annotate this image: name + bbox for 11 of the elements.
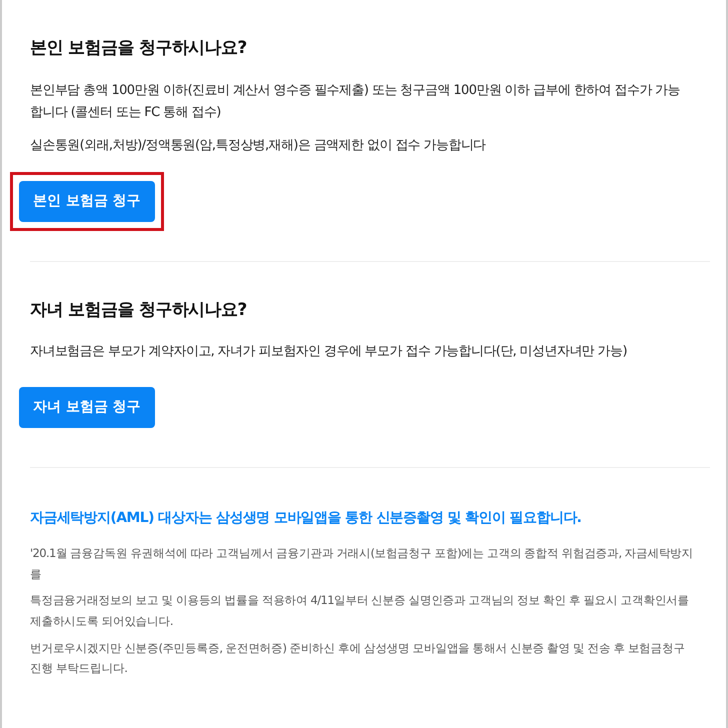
- notice-text: 특정금융거래정보의 보고 및 이용등의 법률을 적용하여 4/11일부터 신분증 실명인증과 고객님의 정보 확인 후 필요시 고객확인서를 제출하시도록 되어있습니다.: [30, 592, 690, 630]
- section-title: 본인 보험금을 청구하시나요?: [30, 37, 248, 60]
- notice-title: 자금세탁방지(AML) 대상자는 삼성생명 모바일앱을 통한 신분증촬영 및 확인이 필요합니다.: [30, 509, 582, 528]
- description-text: 자녀보험금은 부모가 계약자이고, 자녀가 피보험자인 경우에 부모가 접수 가능합니다(단, 미성년자녀만 가능): [30, 343, 628, 362]
- claim-button[interactable]: 본인 보험금 청구: [19, 180, 155, 222]
- section-title: 자녀 보험금을 청구하시나요?: [30, 298, 248, 322]
- description-text: 실손통원(외래,처방)/정액통원(암,특정상병,재해)은 금액제한 없이 접수 가능합니다: [30, 137, 487, 155]
- notice-text: '20.1월 금융감독원 유권해석에 따라 고객님께서 금융기관과 거래시(보험금청구 포함)에는 고객의 종합적 위험검증과, 자금세탁방지를: [30, 545, 694, 583]
- notice-text: 번거로우시겠지만 신분증(주민등록증, 운전면허증) 준비하신 후에 삼성생명 모바일앱을 통해서 신분증 촬영 및 전송 후 보험금청구 진행 부탁드립니다.: [30, 640, 686, 678]
- description-text: 본인부담 총액 100만원 이하(진료비 계산서 영수증 필수제출) 또는 청구금액 100만원 이하 급부에 한하여 접수가 가능합니다 (콜센터 또는 FC 통해 접수): [30, 82, 682, 122]
- claim-button[interactable]: 자녀 보험금 청구: [19, 387, 155, 428]
